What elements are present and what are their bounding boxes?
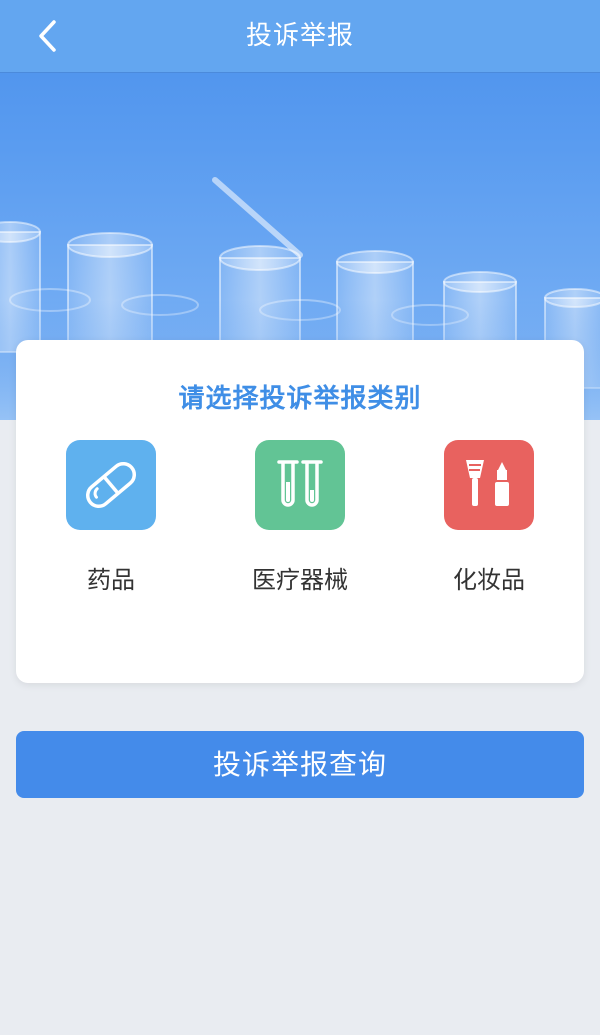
complaint-query-button[interactable]: 投诉举报查询	[16, 731, 584, 798]
capsule-icon	[85, 461, 137, 509]
category-label: 化妆品	[453, 566, 525, 594]
device-icon-tile	[255, 440, 345, 530]
drug-icon-tile	[66, 440, 156, 530]
test-tubes-icon	[277, 460, 323, 507]
category-cosmetics[interactable]: 化妆品	[399, 440, 579, 600]
screen: 投诉举报 请选择投诉举报类别 药品 医疗器械 化妆品 投诉举报查询	[0, 0, 600, 1035]
cosmetics-icon-tile	[444, 440, 534, 530]
makeup-brush-lipstick-icon	[466, 460, 509, 506]
category-card: 请选择投诉举报类别 药品 医疗器械 化妆品	[16, 340, 584, 683]
category-drug[interactable]: 药品	[21, 440, 201, 600]
page-title: 投诉举报	[245, 21, 354, 51]
category-medical-device[interactable]: 医疗器械	[210, 440, 390, 600]
category-label: 药品	[87, 566, 135, 594]
category-label: 医疗器械	[252, 566, 348, 594]
card-title: 请选择投诉举报类别	[178, 384, 422, 414]
nav-bar: 投诉举报	[0, 0, 600, 72]
